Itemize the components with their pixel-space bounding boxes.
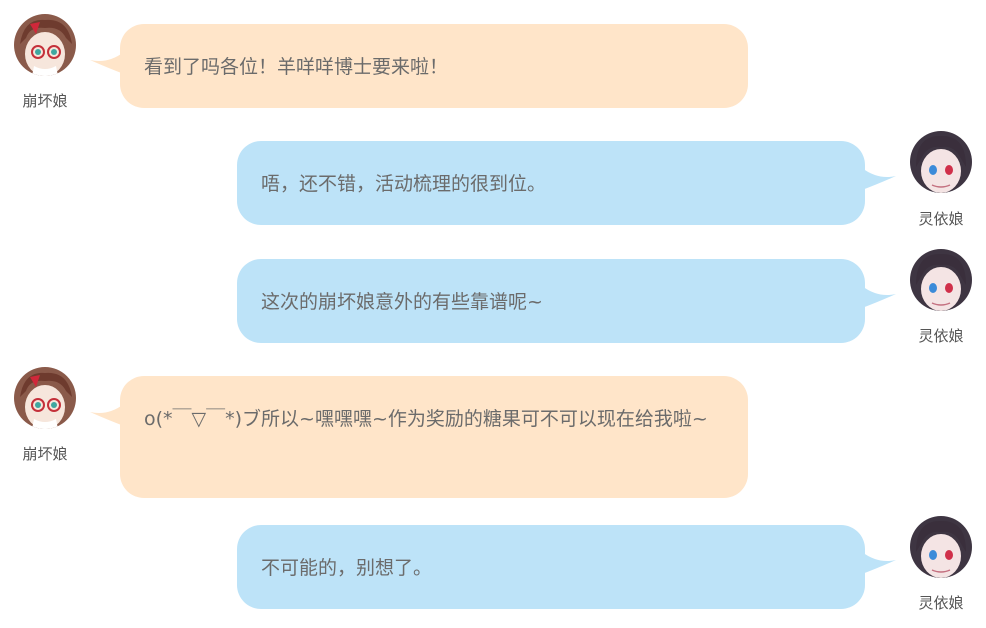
chat-message-right: 不可能的，别想了。 灵依娘: [0, 0, 986, 628]
speaker-name: 灵依娘: [918, 594, 964, 612]
chat-thread: 崩坏娘 看到了吗各位！羊咩咩博士要来啦！ 唔，还不错，活动梳理的很到位。 灵依娘…: [0, 0, 986, 628]
bubble-tail: [862, 552, 896, 574]
message-bubble: 不可能的，别想了。: [237, 525, 865, 609]
message-text: 不可能的，别想了。: [261, 557, 433, 579]
lingyi-girl-avatar[interactable]: [910, 516, 972, 578]
